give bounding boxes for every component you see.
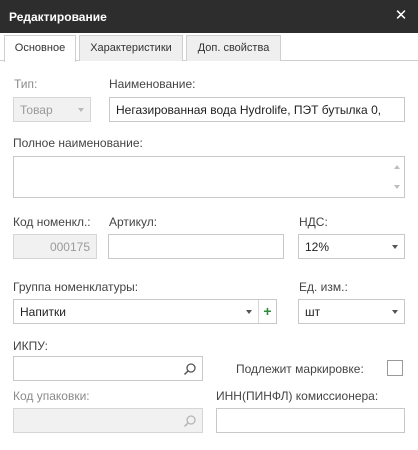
vat-value: 12% — [305, 240, 330, 254]
chevron-down-icon — [392, 245, 398, 249]
ikpu-input[interactable] — [13, 356, 203, 381]
full-name-label: Полное наименование: — [13, 136, 143, 150]
unit-value: шт — [305, 305, 321, 319]
chevron-down-icon — [78, 108, 84, 112]
type-value: Товар — [20, 103, 53, 117]
tab-main[interactable]: Основное — [4, 35, 76, 62]
window-titlebar: Редактирование ✕ — [0, 0, 418, 33]
search-icon[interactable] — [183, 362, 197, 376]
tab-additional-properties[interactable]: Доп. свойства — [186, 35, 281, 61]
ikpu-label: ИКПУ: — [13, 339, 48, 353]
chevron-down-icon — [246, 310, 252, 314]
inn-input[interactable] — [216, 408, 405, 433]
close-icon[interactable]: ✕ — [391, 6, 411, 26]
chevron-down-icon — [392, 310, 398, 314]
code-label: Код номенкл.: — [13, 215, 91, 229]
group-value: Напитки — [20, 305, 66, 319]
full-name-textarea[interactable] — [13, 156, 405, 198]
type-label: Тип: — [14, 77, 38, 91]
name-value: Негазированная вода Hydrolife, ПЭТ бутыл… — [116, 103, 382, 117]
add-group-button[interactable]: + — [258, 300, 276, 323]
marking-label: Подлежит маркировке: — [236, 362, 364, 376]
search-icon — [183, 415, 196, 428]
tab-characteristics[interactable]: Характеристики — [79, 35, 183, 61]
article-label: Артикул: — [109, 215, 158, 229]
scroll-down-icon[interactable] — [394, 185, 400, 189]
tab-strip: Основное Характеристики Доп. свойства — [0, 33, 418, 62]
code-value: 000175 — [49, 240, 90, 254]
code-input: 000175 — [13, 234, 97, 259]
inn-label: ИНН(ПИНФЛ) комиссионера: — [216, 389, 379, 403]
window-title: Редактирование — [9, 10, 107, 24]
unit-label: Ед. изм.: — [299, 280, 348, 294]
article-input[interactable] — [108, 234, 284, 259]
unit-select[interactable]: шт — [298, 299, 405, 324]
group-label: Группа номенклатуры: — [13, 280, 139, 294]
type-select[interactable]: Товар — [13, 97, 91, 122]
vat-select[interactable]: 12% — [298, 234, 405, 259]
package-code-input — [13, 408, 203, 433]
package-code-label: Код упаковки: — [13, 389, 90, 403]
scroll-up-icon[interactable] — [394, 165, 400, 169]
name-label: Наименование: — [109, 77, 196, 91]
name-input[interactable]: Негазированная вода Hydrolife, ПЭТ бутыл… — [109, 97, 405, 122]
vat-label: НДС: — [299, 215, 328, 229]
marking-checkbox[interactable] — [387, 360, 403, 376]
group-select[interactable]: Напитки + — [13, 299, 277, 324]
